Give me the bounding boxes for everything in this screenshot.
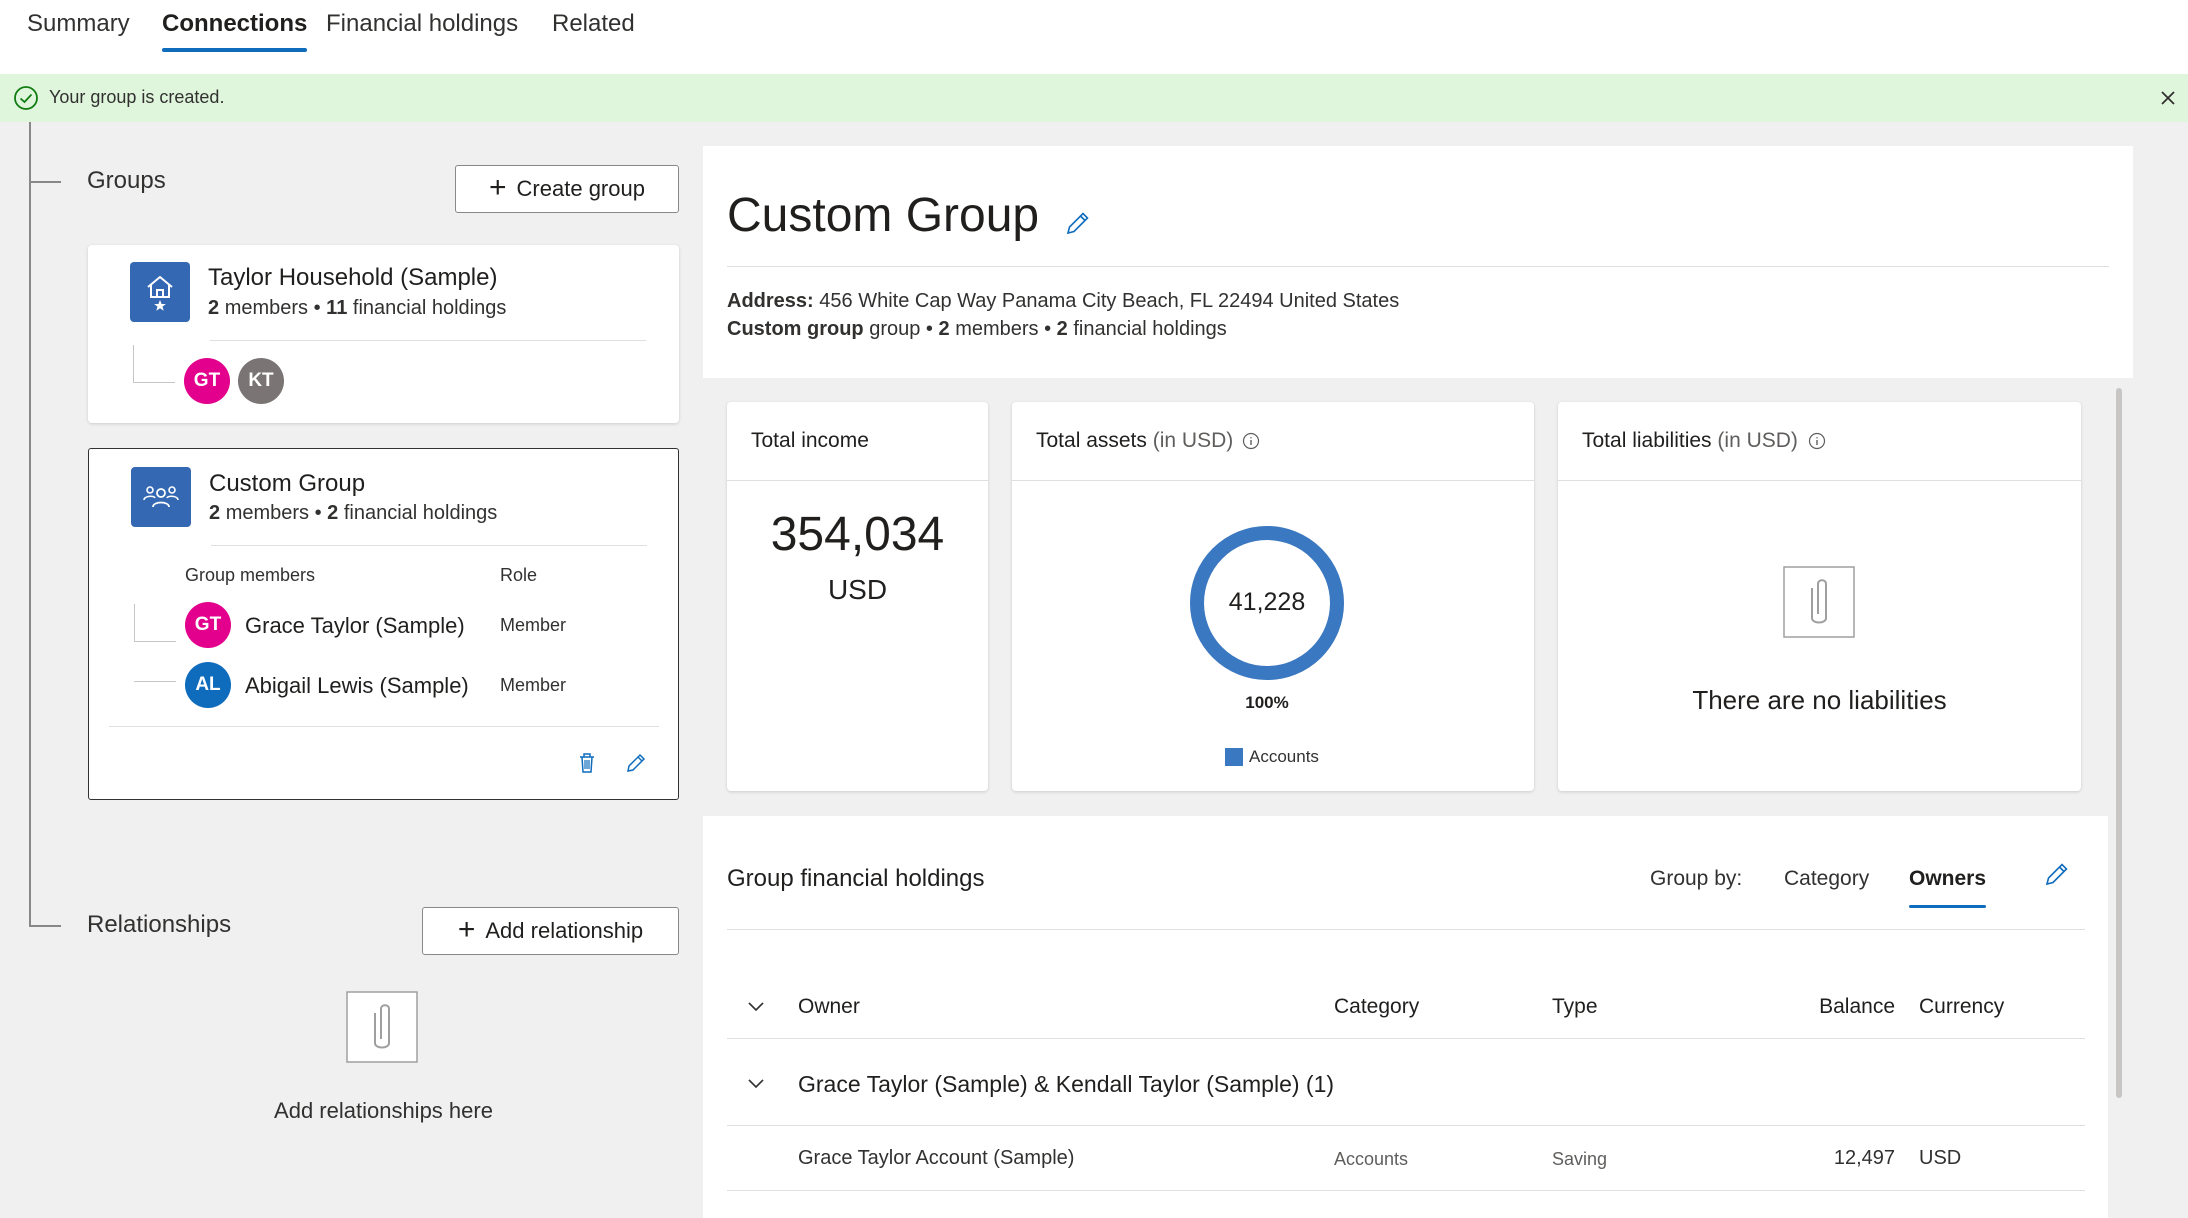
group-type-line: Custom group group • 2 members • 2 finan… [727,318,1227,340]
tree-line [29,122,31,927]
tree-branch-relationships [29,925,61,927]
notification-text: Your group is created. [49,87,225,107]
divider [1558,480,2081,481]
legend-swatch [1225,748,1243,766]
active-tab-indicator [162,48,308,52]
holding-category: Accounts [1334,1149,1409,1169]
info-icon[interactable] [1808,432,1826,450]
household-group-card[interactable]: Taylor Household (Sample) 2 members • 11… [88,245,679,423]
custom-group-card[interactable]: Custom Group 2 members • 2 financial hol… [88,448,679,800]
avatar[interactable]: KT [238,358,284,404]
scrollbar-thumb[interactable] [2116,388,2122,1098]
holdings-title: Group financial holdings [727,865,985,892]
avatar[interactable]: GT [184,358,230,404]
holding-currency: USD [1919,1147,1962,1169]
divider [727,1125,2085,1126]
divider [727,266,2109,267]
custom-group-summary: 2 members • 2 financial holdings [209,502,498,524]
relationships-heading: Relationships [87,911,232,938]
group-detail-header: Custom Group Address: 456 White Cap Way … [703,146,2133,378]
tab-related[interactable]: Related [552,10,635,50]
total-income-value: 354,034 [770,508,945,561]
delete-icon[interactable] [576,751,598,775]
divider [727,480,988,481]
plus-icon: + [457,912,476,946]
total-income-title: Total income [751,429,869,452]
success-notification-bar: Your group is created. [0,74,2188,122]
chevron-down-icon[interactable] [745,996,767,1018]
edit-holdings-icon[interactable] [2042,859,2072,889]
group-by-owners[interactable]: Owners [1909,867,1987,908]
tab-connections[interactable]: Connections [162,10,308,52]
chart-legend: Accounts [1225,747,1319,767]
household-name: Taylor Household (Sample) [208,264,498,291]
holding-type: Saving [1552,1149,1608,1169]
total-income-unit: USD [827,574,888,605]
holding-balance: 12,497 [1833,1147,1895,1169]
divider [109,726,659,727]
divider [727,929,2085,930]
role-header: Role [500,565,538,585]
owner-group-row[interactable]: Grace Taylor (Sample) & Kendall Taylor (… [798,1071,1334,1098]
tree-stub [134,604,176,642]
page-title: Custom Group [727,189,1040,242]
divider [727,1190,2085,1191]
divider [1012,480,1534,481]
legend-label[interactable]: Accounts [1249,747,1319,767]
groups-heading: Groups [87,167,166,194]
people-group-icon [131,467,191,527]
divider [727,1038,2085,1039]
close-icon[interactable] [2154,84,2182,112]
chevron-down-icon[interactable] [745,1073,767,1095]
tab-financial-holdings[interactable]: Financial holdings [326,10,518,50]
member-name[interactable]: Abigail Lewis (Sample) [245,673,469,699]
group-by-category[interactable]: Category [1784,867,1869,891]
total-income-card: Total income 354,034 USD [727,402,988,791]
household-summary: 2 members • 11 financial holdings [208,297,507,319]
check-circle-icon [14,86,38,110]
column-category[interactable]: Category [1334,995,1419,1019]
top-tab-bar: Summary Connections Financial holdings R… [0,0,2188,74]
column-balance[interactable]: Balance [1815,995,1895,1019]
avatar[interactable]: AL [185,662,231,708]
total-assets-card: Total assets (in USD) 41,228 100% Accoun… [1012,402,1534,791]
total-liabilities-title: Total liabilities (in USD) [1582,429,1798,452]
no-liabilities-text: There are no liabilities [1692,685,1947,715]
group-by-label: Group by: [1650,867,1743,890]
donut-percent-label: 100% [1245,693,1289,712]
divider [210,340,646,341]
tree-branch-groups [29,181,61,183]
member-role: Member [500,675,567,695]
tab-summary[interactable]: Summary [27,10,130,50]
group-members-header: Group members [185,565,316,585]
active-group-by-indicator [1909,905,1987,908]
info-icon[interactable] [1242,432,1260,450]
group-financial-holdings-section: Group financial holdings Group by: Categ… [703,816,2108,1218]
divider [211,545,647,546]
relationships-empty-text: Add relationships here [274,1098,493,1123]
tree-stub [134,644,176,682]
total-liabilities-card: Total liabilities (in USD) There are no … [1558,402,2081,791]
tree-stub [133,345,175,383]
edit-icon[interactable] [624,751,648,775]
create-group-button[interactable]: + Create group [455,165,679,213]
household-icon [130,262,190,322]
column-type[interactable]: Type [1552,995,1598,1019]
custom-group-name: Custom Group [209,470,366,497]
column-currency[interactable]: Currency [1919,995,2004,1019]
total-assets-title: Total assets (in USD) [1036,429,1234,452]
edit-title-icon[interactable] [1063,208,1093,238]
plus-icon: + [489,170,507,204]
donut-center-value: 41,228 [1228,588,1306,616]
holding-owner[interactable]: Grace Taylor Account (Sample) [798,1147,1074,1170]
address-line: Address: 456 White Cap Way Panama City B… [727,290,1400,312]
avatar[interactable]: GT [185,602,231,648]
member-role: Member [500,615,567,635]
paperclip-icon [1783,566,1855,638]
add-relationship-button[interactable]: + Add relationship [422,907,679,955]
member-name[interactable]: Grace Taylor (Sample) [245,613,465,639]
paperclip-icon [346,991,418,1063]
column-owner[interactable]: Owner [798,995,860,1019]
